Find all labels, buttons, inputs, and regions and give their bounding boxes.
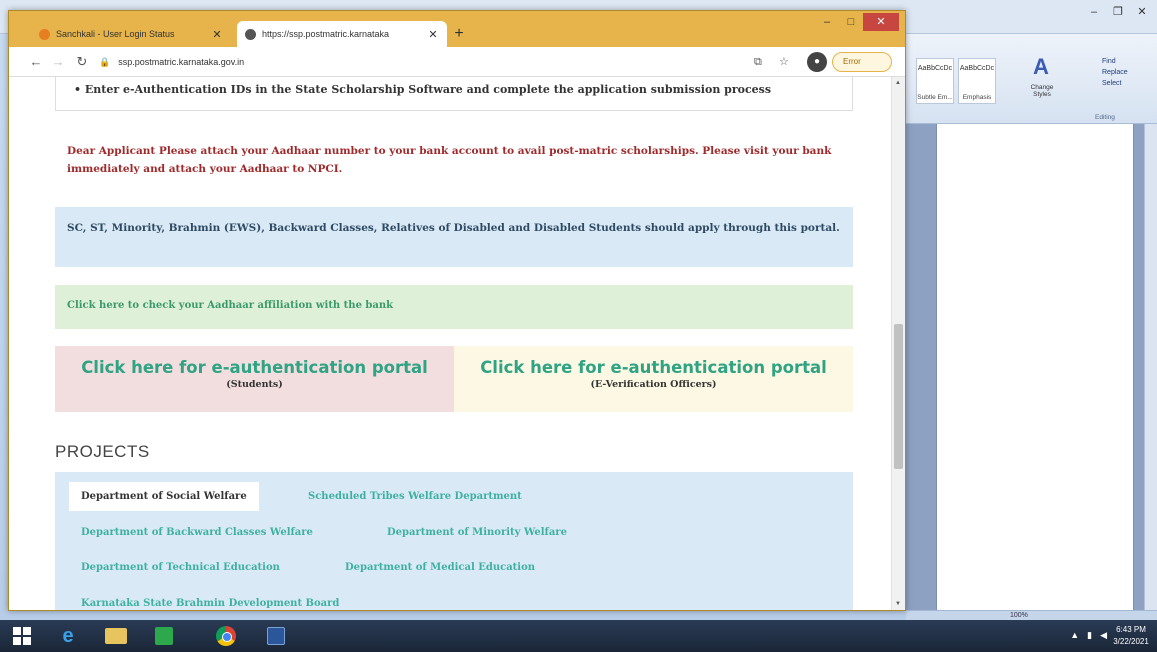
word-app-icon[interactable] [258, 623, 294, 649]
minimize-icon[interactable]: – [815, 13, 839, 31]
word-scrollbar[interactable] [1144, 124, 1157, 610]
tab-medical-education[interactable]: Department of Medical Education [345, 562, 535, 573]
clock-time: 6:43 PM [1116, 625, 1146, 634]
scrollbar-thumb[interactable] [894, 324, 903, 469]
maximize-icon[interactable]: □ [839, 13, 863, 31]
browser-toolbar: ← → ↻ 🔒 ssp.postmatric.karnataka.gov.in … [9, 47, 905, 77]
find-button[interactable]: Find [1102, 56, 1157, 67]
word-zoom-level[interactable]: 100% [1010, 612, 1028, 619]
start-button[interactable] [4, 623, 40, 649]
eligibility-notice: SC, ST, Minority, Brahmin (EWS), Backwar… [55, 207, 853, 267]
replace-button[interactable]: Replace [1102, 67, 1157, 78]
check-aadhaar-link[interactable]: Click here to check your Aadhaar affilia… [67, 300, 393, 311]
tab-social-welfare[interactable]: Department of Social Welfare [69, 482, 259, 511]
network-icon[interactable]: ▮ [1087, 630, 1092, 641]
tab-close-icon[interactable]: ✕ [427, 28, 439, 41]
tab-backward-classes-welfare[interactable]: Department of Backward Classes Welfare [81, 527, 313, 538]
change-styles-icon[interactable]: A [1033, 54, 1063, 84]
projects-panel: Department of Social Welfare Scheduled T… [55, 472, 853, 610]
taskbar-clock[interactable]: 6:43 PM 3/22/2021 [1111, 624, 1151, 648]
tab-title: Sanchkali - User Login Status [56, 29, 175, 39]
aadhaar-affiliation-panel: Click here to check your Aadhaar affilia… [55, 285, 853, 329]
volume-icon[interactable]: ◀ [1100, 630, 1107, 641]
address-bar[interactable]: 🔒 ssp.postmatric.karnataka.gov.in [99, 52, 749, 72]
store-icon[interactable] [146, 623, 182, 649]
select-button[interactable]: Select [1102, 78, 1157, 89]
word-window-controls: – ❐ ✕ [1083, 4, 1153, 20]
bookmark-star-icon[interactable]: ☆ [779, 53, 789, 71]
scroll-down-icon[interactable]: ▼ [895, 601, 901, 607]
close-window-icon[interactable]: ✕ [863, 13, 899, 31]
tab-user-login-status[interactable]: Sanchkali - User Login Status ✕ [31, 21, 231, 47]
officer-auth-portal-sub: (E-Verification Officers) [590, 379, 717, 390]
page-scrollbar[interactable]: ▲ ▼ [891, 77, 905, 610]
site-favicon-icon [39, 28, 50, 40]
tab-title: https://ssp.postmatric.karnataka [262, 29, 390, 39]
editing-group-label: Editing [1095, 114, 1115, 121]
instruction-text: Enter e-Authentication IDs in the State … [84, 83, 772, 96]
file-explorer-icon[interactable] [98, 623, 134, 649]
word-page[interactable] [936, 124, 1134, 610]
url-text: ssp.postmatric.karnataka.gov.in [118, 57, 245, 67]
forward-arrow-icon[interactable]: → [49, 53, 67, 71]
translate-icon[interactable]: ⧉ [754, 53, 762, 71]
student-auth-portal-sub: (Students) [226, 379, 283, 390]
officer-auth-portal-link[interactable]: Click here for e-authentication portal [454, 358, 853, 377]
profile-avatar-icon[interactable]: ● [807, 52, 827, 72]
back-arrow-icon[interactable]: ← [27, 53, 45, 71]
student-auth-portal-card[interactable]: Click here for e-authentication portal (… [55, 346, 454, 412]
page-viewport: • Enter e-Authentication IDs in the Stat… [9, 77, 905, 610]
style-emphasis[interactable]: AaBbCcDc Emphasis [958, 58, 996, 104]
chrome-window-controls: – □ ✕ [815, 13, 899, 31]
officer-auth-portal-card[interactable]: Click here for e-authentication portal (… [454, 346, 853, 412]
e-authentication-row: Click here for e-authentication portal (… [55, 346, 853, 412]
student-auth-portal-link[interactable]: Click here for e-authentication portal [55, 358, 454, 377]
globe-icon [245, 28, 256, 40]
notification-icon[interactable]: ▲ [1070, 630, 1079, 641]
word-minimize-icon[interactable]: – [1083, 4, 1105, 20]
windows-taskbar: e ▲ ▮ ◀ 6:43 PM 3/22/2021 [0, 620, 1157, 652]
clock-date: 3/22/2021 [1113, 637, 1149, 646]
word-maximize-icon[interactable]: ❐ [1107, 4, 1129, 20]
chrome-window: Sanchkali - User Login Status ✕ https://… [8, 10, 906, 611]
change-styles-button[interactable]: Change Styles [1023, 84, 1061, 98]
tab-ssp-postmatric[interactable]: https://ssp.postmatric.karnataka ✕ [237, 21, 447, 47]
style-label: Emphasis [962, 94, 992, 101]
windows-logo-icon [13, 627, 31, 645]
lock-icon: 🔒 [99, 56, 111, 67]
aadhaar-notice: Dear Applicant Please attach your Aadhaa… [67, 145, 832, 175]
style-preview: AaBbCcDc [917, 65, 953, 72]
word-close-icon[interactable]: ✕ [1131, 4, 1153, 20]
editing-group: Find Replace Select [1102, 56, 1157, 89]
style-label: Subtle Em... [917, 94, 953, 101]
style-preview: AaBbCcDc [959, 65, 995, 72]
tab-technical-education[interactable]: Department of Technical Education [81, 562, 280, 573]
tab-close-icon[interactable]: ✕ [211, 28, 223, 41]
projects-heading: PROJECTS [55, 442, 150, 461]
reload-icon[interactable]: ↻ [73, 53, 91, 71]
scroll-up-icon[interactable]: ▲ [895, 80, 901, 86]
system-tray: ▲ ▮ ◀ [1070, 630, 1107, 641]
tab-bar: Sanchkali - User Login Status ✕ https://… [9, 11, 905, 47]
chrome-icon[interactable] [208, 623, 244, 649]
tab-brahmin-development-board[interactable]: Karnataka State Brahmin Development Boar… [81, 598, 339, 609]
tab-minority-welfare[interactable]: Department of Minority Welfare [387, 527, 567, 538]
internet-explorer-icon[interactable]: e [50, 623, 86, 649]
new-tab-icon[interactable]: + [451, 25, 467, 43]
error-status-button[interactable]: Error [832, 52, 892, 72]
tab-scheduled-tribes-welfare[interactable]: Scheduled Tribes Welfare Department [308, 491, 522, 502]
style-subtle-emphasis[interactable]: AaBbCcDc Subtle Em... [916, 58, 954, 104]
instruction-bullet: • Enter e-Authentication IDs in the Stat… [55, 77, 853, 111]
